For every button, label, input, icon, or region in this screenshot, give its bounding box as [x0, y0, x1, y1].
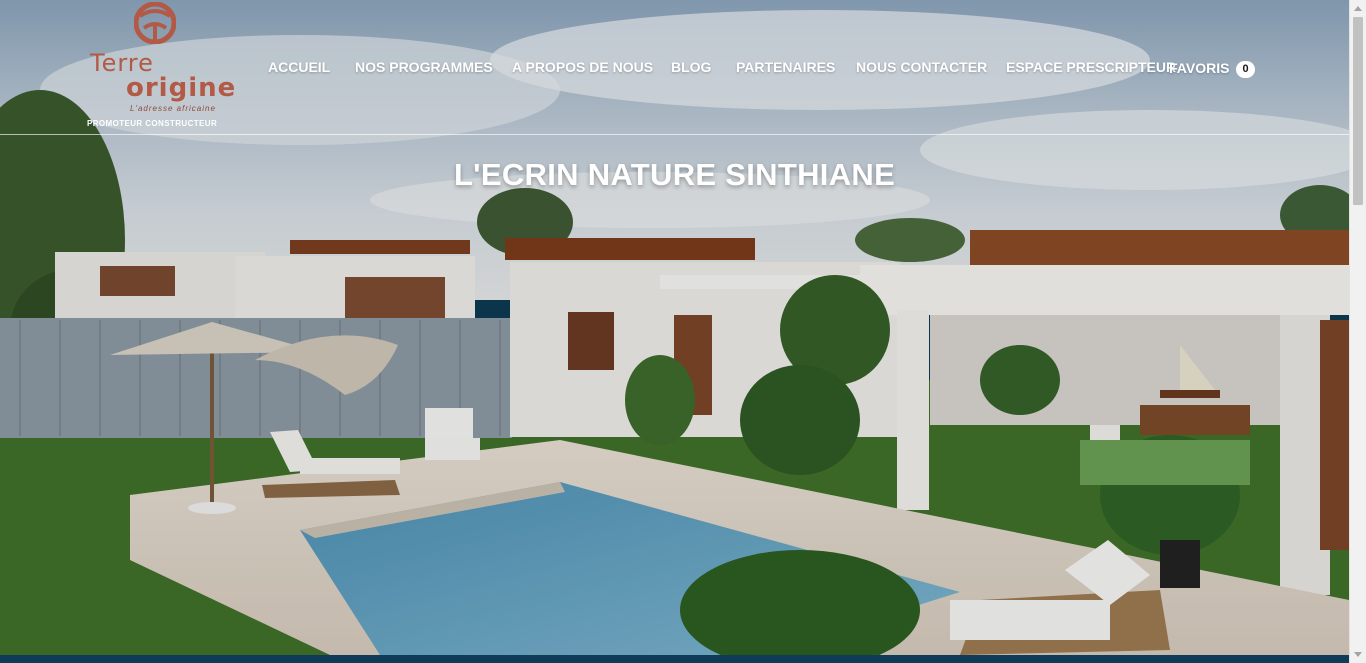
- nav-item-nous-contacter[interactable]: NOUS CONTACTER: [856, 59, 987, 75]
- nav-item-nos-programmes[interactable]: NOS PROGRAMMES: [355, 59, 493, 75]
- site-header: Terre origine L'adresse africaine PROMOT…: [0, 0, 1349, 135]
- nav-item-partenaires[interactable]: PARTENAIRES: [736, 59, 835, 75]
- favoris-count-badge[interactable]: 0: [1236, 61, 1255, 78]
- page: Terre origine L'adresse africaine PROMOT…: [0, 0, 1366, 663]
- logo-text-origine: origine: [126, 73, 237, 103]
- scrollbar-thumb[interactable]: [1353, 17, 1363, 205]
- hero-title: L'ECRIN NATURE SINTHIANE: [453, 157, 896, 192]
- scroll-down-icon[interactable]: [1354, 652, 1362, 657]
- nav-item-accueil[interactable]: ACCUEIL: [268, 59, 330, 75]
- nav-item-blog[interactable]: BLOG: [671, 59, 711, 75]
- favoris-link[interactable]: FAVORIS: [1169, 60, 1229, 76]
- logo-tagline: L'adresse africaine: [130, 104, 216, 113]
- nav-item-a-propos[interactable]: A PROPOS DE NOUS: [512, 59, 653, 75]
- page-scrollbar[interactable]: [1349, 0, 1366, 663]
- logo-link[interactable]: Terre origine L'adresse africaine PROMOT…: [86, 2, 235, 130]
- logo-subtitle: PROMOTEUR CONSTRUCTEUR: [87, 119, 218, 128]
- next-section-strip: [0, 655, 1349, 663]
- logo-emblem-icon: [134, 2, 176, 44]
- nav-item-espace-prescripteur[interactable]: ESPACE PRESCRIPTEUR: [1006, 59, 1176, 75]
- scroll-up-icon[interactable]: [1354, 6, 1362, 11]
